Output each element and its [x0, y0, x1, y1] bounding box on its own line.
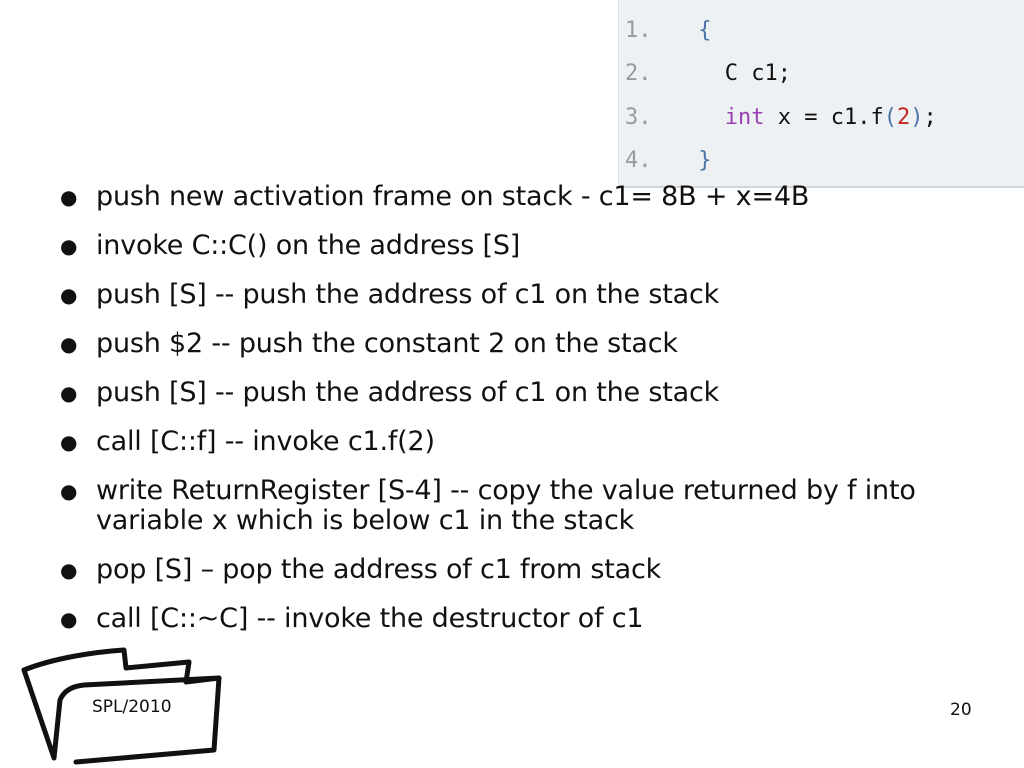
bullet-icon: ●: [60, 283, 78, 307]
bullet-icon: ●: [60, 234, 78, 258]
bullet-icon: ●: [60, 332, 78, 356]
keyword: int: [724, 105, 765, 130]
bullet-icon: ●: [60, 430, 78, 454]
code-line-1: 1. {: [625, 18, 712, 43]
list-item: ● write ReturnRegister [S-4] -- copy the …: [60, 475, 916, 536]
list-item: ● push $2 -- push the constant 2 on the s…: [60, 328, 678, 359]
list-item: ● push [S] -- push the address of c1 on t…: [60, 279, 720, 310]
code-line-4: 4. }: [625, 148, 712, 173]
line-number: 3.: [625, 105, 652, 130]
bullet-icon: ●: [60, 479, 78, 503]
bullet-list: ● push new activation frame on stack - c1…: [60, 182, 980, 653]
code-text: C c1;: [724, 61, 791, 86]
course-label: SPL/2010: [92, 697, 172, 717]
code-line-3: 3. int x = c1.f(2);: [625, 105, 937, 130]
list-item: ● push [S] -- push the address of c1 on t…: [60, 377, 720, 408]
open-brace: {: [698, 18, 712, 43]
bullet-icon: ●: [60, 185, 78, 209]
bullet-icon: ●: [60, 558, 78, 582]
list-item: ● pop [S] – pop the address of c1 from st…: [60, 554, 662, 585]
close-brace: }: [698, 148, 712, 173]
list-item: ● push new activation frame on stack - c1…: [60, 181, 810, 212]
bullet-icon: ●: [60, 381, 78, 405]
line-number: 4.: [625, 148, 652, 173]
number-literal: 2: [896, 105, 911, 130]
list-item: ● call [C::f] -- invoke c1.f(2): [60, 426, 435, 457]
line-number: 2.: [625, 61, 652, 86]
list-item: ● call [C::~C] -- invoke the destructor o…: [60, 603, 644, 634]
line-number: 1.: [625, 18, 652, 43]
page-number: 20: [950, 700, 972, 720]
code-line-2: 2. C c1;: [625, 61, 791, 86]
code-snippet-box: 1. { 2. C c1; 3. int x = c1.f(2); 4. }: [618, 0, 1024, 188]
list-item: ● invoke C::C() on the address [S]: [60, 230, 521, 261]
bullet-icon: ●: [60, 607, 78, 631]
